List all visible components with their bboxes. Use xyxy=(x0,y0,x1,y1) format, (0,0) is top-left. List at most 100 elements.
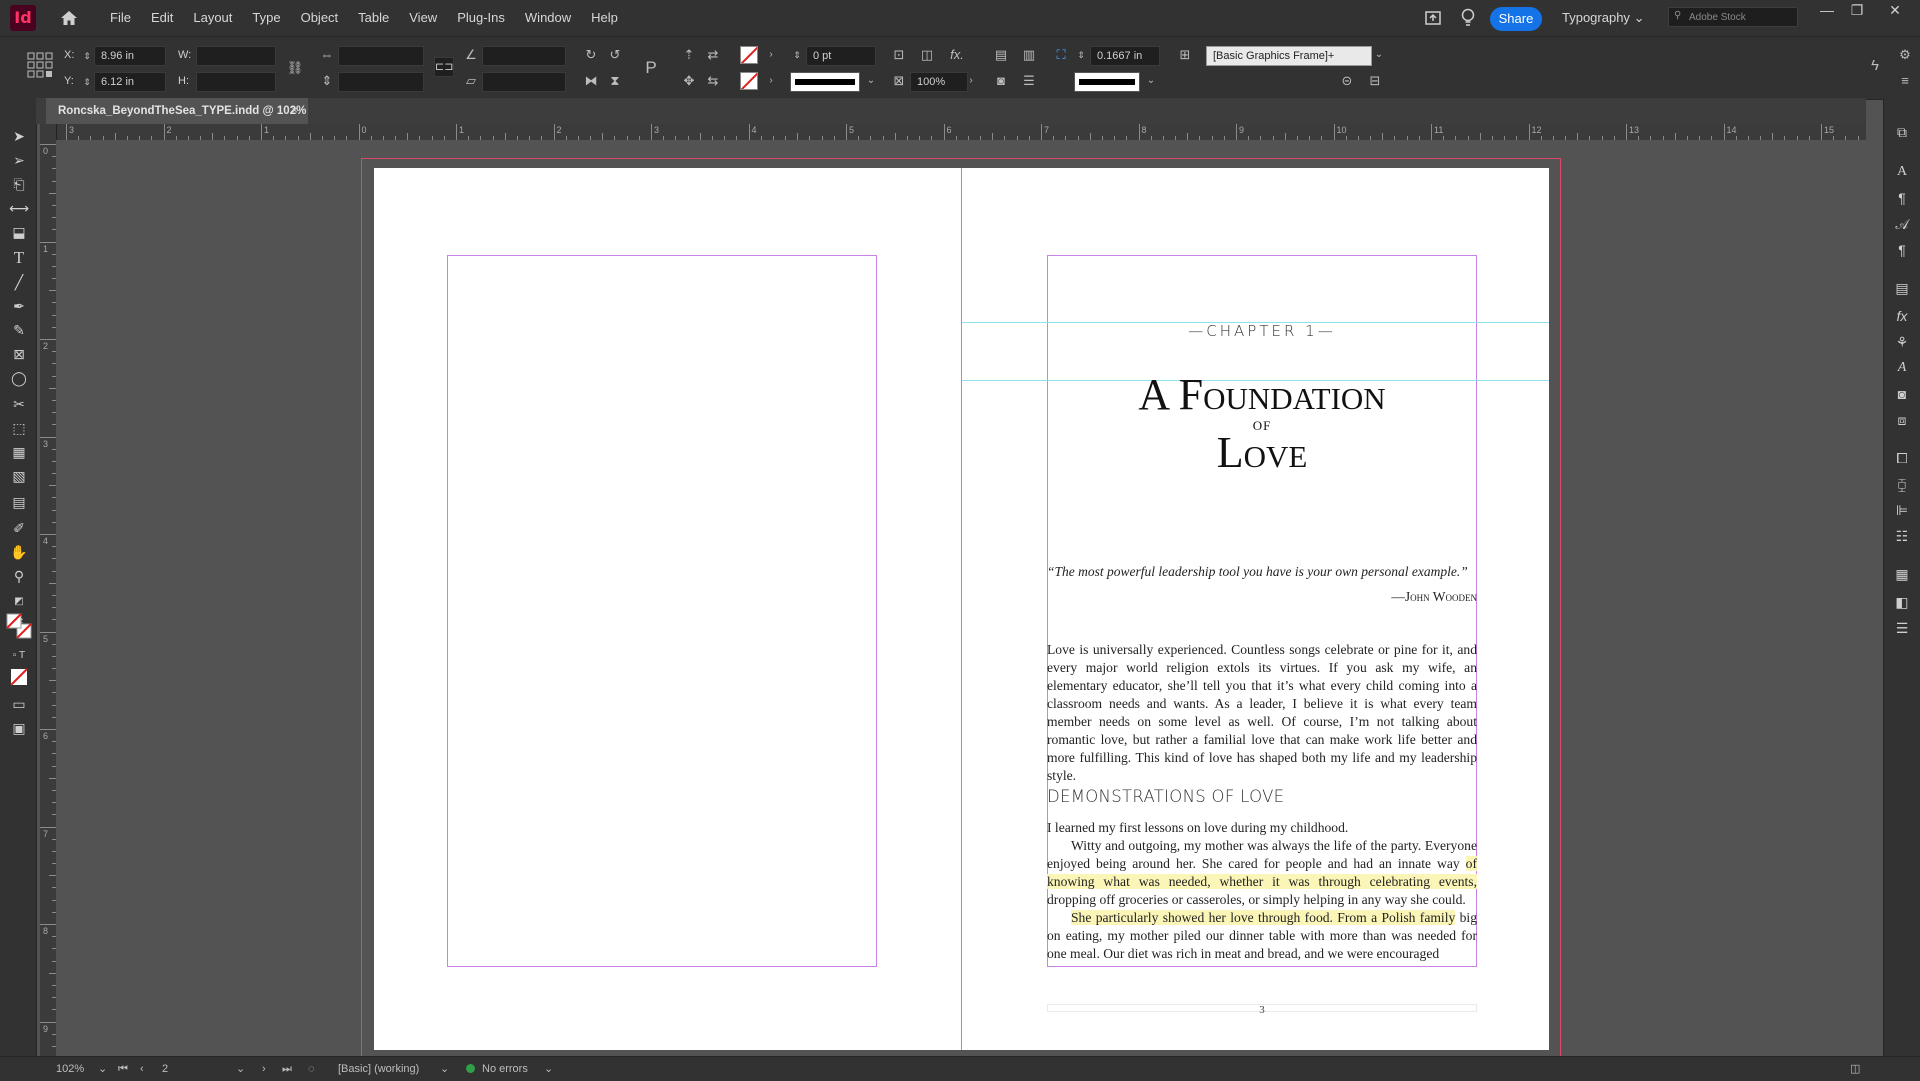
text-wrap-object-icon[interactable]: ◙ xyxy=(992,72,1010,90)
vertical-ruler[interactable]: 0 1 2 3 4 5 6 7 8 9 xyxy=(40,124,57,1056)
stroke-weight-field[interactable]: 0 pt xyxy=(806,46,876,66)
next-page-icon[interactable]: › xyxy=(262,1057,266,1081)
character-panel-icon[interactable]: A xyxy=(1892,162,1912,182)
current-page-field[interactable]: 2 xyxy=(162,1057,168,1081)
restore-button[interactable]: ❐ xyxy=(1842,0,1872,22)
scissors-tool-icon[interactable]: ✂ xyxy=(9,394,29,414)
close-window-button[interactable]: ✕ xyxy=(1880,0,1910,22)
stroke-style-chevron-icon[interactable]: ⌄ xyxy=(1142,72,1160,90)
stroke-type-chevron-icon[interactable]: ⌄ xyxy=(862,72,880,90)
adobe-stock-search-input[interactable]: Adobe Stock xyxy=(1668,7,1798,27)
note-tool-icon[interactable]: ▤ xyxy=(9,492,29,512)
shear-field[interactable] xyxy=(482,72,566,92)
text-wrap-panel-icon[interactable]: ◙ xyxy=(1892,384,1912,404)
text-wrap-box-icon[interactable]: ▥ xyxy=(1020,46,1038,64)
page-tool-icon[interactable]: ⎗ xyxy=(9,174,29,194)
type-tool-icon[interactable]: T xyxy=(9,248,29,268)
direct-selection-tool-icon[interactable]: ➢ xyxy=(9,150,29,170)
glyphs-panel-icon[interactable]: ▤ xyxy=(1892,278,1912,298)
paragraph-styles-icon[interactable]: ¶ xyxy=(1892,240,1912,260)
preflight-errors[interactable]: No errors xyxy=(482,1057,528,1081)
x-position-field[interactable]: 8.96 in xyxy=(94,46,166,66)
document-tab[interactable]: Roncska_BeyondTheSea_TYPE.indd @ 102% × xyxy=(46,98,308,124)
zoom-chevron-icon[interactable]: ⌄ xyxy=(98,1057,107,1081)
menu-object[interactable]: Object xyxy=(291,0,349,36)
menu-layout[interactable]: Layout xyxy=(183,0,242,36)
zoom-level[interactable]: 102% xyxy=(56,1057,84,1081)
drop-shadow-icon[interactable]: ◫ xyxy=(918,46,936,64)
close-tab-icon[interactable]: × xyxy=(291,98,298,124)
glyph-styles-icon[interactable]: A xyxy=(1892,358,1912,378)
rectangle-frame-tool-icon[interactable]: ⊠ xyxy=(9,344,29,364)
rotate-cw-icon[interactable]: ↻ xyxy=(582,46,600,64)
links-panel-icon[interactable]: ⧈ xyxy=(1892,410,1912,430)
swatches-panel-icon[interactable]: ⚘ xyxy=(1892,332,1912,352)
stroke-weight-stepper-icon[interactable]: ⇕ xyxy=(788,46,806,64)
clear-overrides-icon[interactable]: ⊝ xyxy=(1338,72,1356,90)
minimize-button[interactable]: — xyxy=(1812,0,1842,22)
pasteboard[interactable]: —CHAPTER 1— A Foundation OF Love “The mo… xyxy=(56,140,1866,1056)
rotate-ccw-icon[interactable]: ↺ xyxy=(606,46,624,64)
profile-chevron-icon[interactable]: ⌄ xyxy=(440,1057,449,1081)
object-style-chevron-icon[interactable]: ⌄ xyxy=(1370,46,1388,64)
eyedropper-tool-icon[interactable]: ✐ xyxy=(9,518,29,538)
open-document-icon[interactable]: ◌ xyxy=(308,1057,315,1081)
scale-x-field[interactable] xyxy=(338,46,424,66)
scale-y-field[interactable] xyxy=(338,72,424,92)
menu-window[interactable]: Window xyxy=(515,0,581,36)
edit-style-icon[interactable]: ⊟ xyxy=(1366,72,1384,90)
layers-panel-icon[interactable]: ⧠ xyxy=(1892,448,1912,468)
align-panel-icon[interactable]: ⊫ xyxy=(1892,500,1912,520)
gradient-feather-tool-icon[interactable]: ▧ xyxy=(9,466,29,486)
select-next-icon[interactable]: ⇆ xyxy=(704,72,722,90)
constrain-proportions-icon[interactable]: ⛓ xyxy=(286,59,304,77)
select-previous-icon[interactable]: ⇄ xyxy=(704,46,722,64)
gradient-panel-icon[interactable]: ◧ xyxy=(1892,592,1912,612)
properties-panel-icon[interactable]: ☷ xyxy=(1892,526,1912,546)
panel-toggle-icon[interactable]: ◫ xyxy=(1850,1057,1860,1081)
lightbulb-icon[interactable] xyxy=(1460,8,1476,28)
publish-online-icon[interactable] xyxy=(1424,9,1442,27)
menu-help[interactable]: Help xyxy=(581,0,628,36)
ellipse-tool-icon[interactable]: ◯ xyxy=(9,368,29,388)
stroke-menu-chevron-icon[interactable]: › xyxy=(762,72,780,90)
text-wrap-none-icon[interactable]: ▤ xyxy=(992,46,1010,64)
menu-file[interactable]: File xyxy=(100,0,141,36)
stroke-type-dropdown[interactable] xyxy=(790,72,860,92)
preview-mode-icon[interactable]: ▣ xyxy=(9,718,29,738)
home-icon[interactable] xyxy=(60,10,78,26)
fit-frame-icon[interactable]: ⊡ xyxy=(890,46,908,64)
formatting-affects-icon[interactable]: ▫ T xyxy=(9,646,29,666)
opacity-field[interactable]: 100% xyxy=(910,72,968,92)
hand-tool-icon[interactable]: ✋ xyxy=(9,542,29,562)
preflight-chevron-icon[interactable]: ⌄ xyxy=(544,1057,553,1081)
workspace-switcher[interactable]: Typography ⌄ xyxy=(1562,0,1644,36)
flip-vertical-icon[interactable]: ⧗ xyxy=(606,72,624,90)
stroke-style-preview[interactable] xyxy=(1074,72,1140,92)
quick-actions-icon[interactable]: ϟ xyxy=(1866,57,1884,75)
zoom-tool-icon[interactable]: ⚲ xyxy=(9,566,29,586)
menu-panel-icon[interactable]: ☰ xyxy=(1892,618,1912,638)
paragraph-panel-icon[interactable]: ¶ xyxy=(1892,188,1912,208)
pencil-tool-icon[interactable]: ✎ xyxy=(9,320,29,340)
default-fill-stroke-icon[interactable]: ◩ ⇄ xyxy=(9,592,29,627)
select-content-icon[interactable]: ✥ xyxy=(680,72,698,90)
frame-fitting-icon[interactable]: ⛶ xyxy=(1052,46,1070,64)
stroke-panel-icon[interactable]: ⧮ xyxy=(1892,474,1912,494)
text-frame-offset-field[interactable]: 0.1667 in xyxy=(1090,46,1160,66)
gap-tool-icon[interactable]: ⟷ xyxy=(9,198,29,218)
object-style-dropdown[interactable]: [Basic Graphics Frame]+ xyxy=(1206,46,1372,66)
line-tool-icon[interactable]: ╱ xyxy=(9,272,29,292)
first-page-icon[interactable]: ⏮ xyxy=(118,1057,128,1081)
left-page-margin-frame[interactable] xyxy=(447,255,877,967)
fx-effects-panel-icon[interactable]: fx xyxy=(1892,306,1912,326)
menu-edit[interactable]: Edit xyxy=(141,0,183,36)
height-field[interactable] xyxy=(196,72,276,92)
pen-tool-icon[interactable]: ✒ xyxy=(9,296,29,316)
constrain-scale-icon[interactable]: ⊏⊐ xyxy=(434,57,454,77)
panel-settings-gear-icon[interactable]: ⚙ xyxy=(1896,46,1914,64)
share-button[interactable]: Share xyxy=(1490,7,1542,31)
gradient-swatch-tool-icon[interactable]: ▦ xyxy=(9,442,29,462)
free-transform-tool-icon[interactable]: ⬚ xyxy=(9,418,29,438)
menu-type[interactable]: Type xyxy=(242,0,290,36)
